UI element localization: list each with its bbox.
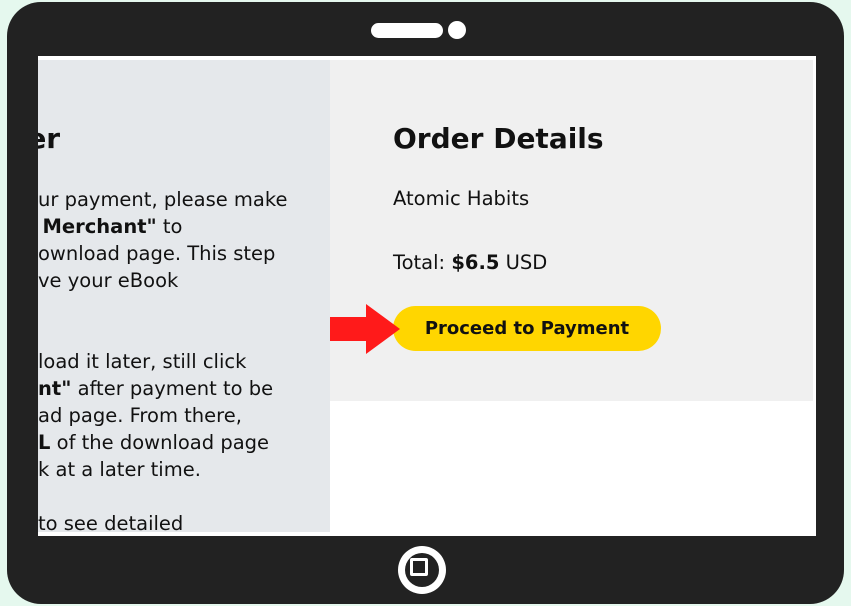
tablet-screen: Reminder ur payment, please make Returnt… xyxy=(38,56,816,536)
home-square-icon xyxy=(410,558,428,576)
total-label: Total: xyxy=(393,251,452,274)
proceed-to-payment-button[interactable]: Proceed to Payment xyxy=(393,306,661,351)
reminder-paragraph-2: load it later, still click nt" after pay… xyxy=(38,350,274,481)
product-name: Atomic Habits xyxy=(393,187,530,210)
home-button[interactable] xyxy=(398,546,446,594)
order-title: Order Details xyxy=(393,122,604,155)
tablet-frame: Reminder ur payment, please make Returnt… xyxy=(7,2,844,604)
total-currency: USD xyxy=(499,251,548,274)
camera-dot xyxy=(448,21,466,39)
red-arrow-icon xyxy=(330,304,400,354)
order-total: Total: $6.5 USD xyxy=(393,251,547,274)
reminder-title: Reminder xyxy=(38,122,61,155)
reminder-paragraph-3: to see detailed xyxy=(38,512,184,532)
reminder-panel: Reminder ur payment, please make Returnt… xyxy=(38,60,330,532)
speaker-slot xyxy=(371,23,443,38)
order-details-panel: Order Details Atomic Habits Total: $6.5 … xyxy=(330,60,813,401)
total-amount: $6.5 xyxy=(451,251,500,274)
reminder-paragraph-1: ur payment, please make Returnton to Mer… xyxy=(38,188,288,292)
